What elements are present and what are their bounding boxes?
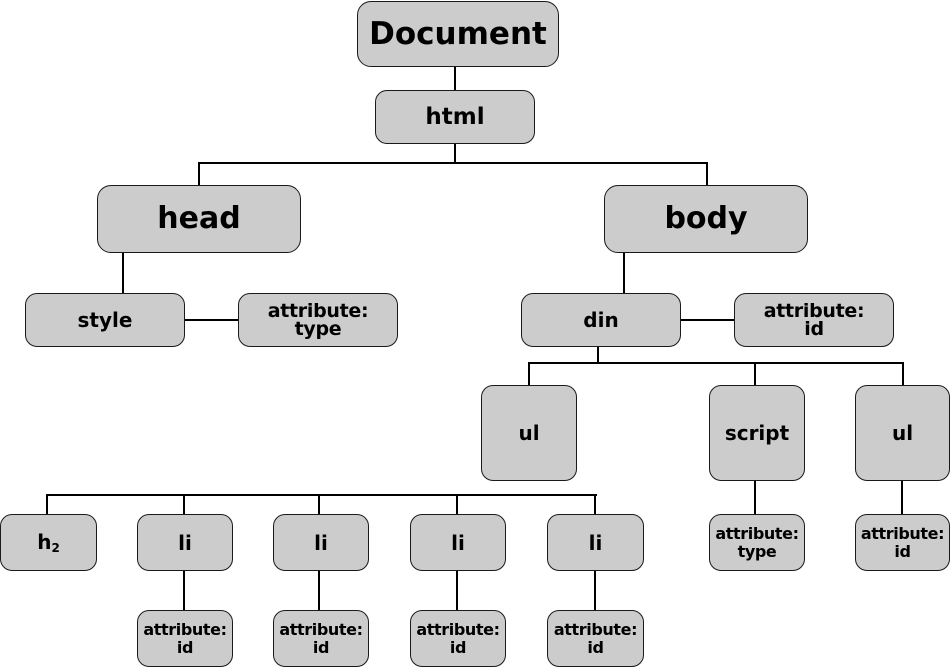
connector-ul-li4: [594, 494, 596, 514]
node-label: ul: [891, 421, 914, 445]
node-label: attribute: id: [860, 523, 945, 561]
node-label: li: [451, 530, 465, 555]
node-label: ul: [518, 421, 540, 445]
connector-script-attr: [754, 480, 756, 514]
connector-body-din: [623, 252, 625, 293]
node-label: attribute: id: [143, 619, 227, 657]
node-ul-2: ul: [855, 385, 950, 481]
node-label: style: [77, 308, 133, 332]
node-label: attribute: id: [416, 619, 500, 657]
node-label: attribute: id: [279, 619, 363, 657]
connector-li2-attr: [318, 570, 320, 610]
connector-li4-attr: [594, 570, 596, 610]
h2-subscript: 2: [51, 540, 60, 555]
connector-document-html: [454, 66, 456, 90]
connector-ul-li2: [318, 494, 320, 514]
connector-html-head: [198, 162, 200, 185]
node-li-attribute-id: attribute: id: [410, 610, 506, 667]
connector-html-body: [706, 162, 708, 185]
node-script: script: [709, 385, 805, 481]
connector-html-stem: [454, 143, 456, 164]
node-label: attribute: id: [553, 619, 638, 657]
node-label: body: [664, 201, 748, 236]
connector-head-style: [122, 252, 124, 293]
node-din: din: [521, 293, 681, 347]
node-label: html: [425, 103, 485, 130]
connector-din-script: [754, 362, 756, 385]
node-label: h2: [37, 532, 60, 554]
node-ul: ul: [481, 385, 577, 481]
node-style: style: [25, 293, 185, 347]
node-li-attribute-id: attribute: id: [547, 610, 644, 667]
node-document: Document: [357, 1, 559, 67]
connector-ul-li1: [183, 494, 185, 514]
connector-din-bar: [528, 362, 904, 364]
connector-ul-bar: [46, 494, 597, 496]
node-label: Document: [369, 15, 547, 52]
node-ul-attribute-id: attribute: id: [855, 514, 950, 571]
node-li: li: [273, 514, 369, 571]
connector-ul-li3: [456, 494, 458, 514]
connector-ul-h2: [46, 494, 48, 514]
connector-li1-attr: [183, 570, 185, 610]
node-li-attribute-id: attribute: id: [137, 610, 233, 667]
node-label: attribute: id: [763, 299, 865, 340]
node-head: head: [97, 185, 301, 253]
node-li: li: [547, 514, 644, 571]
node-li-attribute-id: attribute: id: [273, 610, 369, 667]
connector-din-ul2: [902, 362, 904, 385]
connector-din-ul1: [528, 362, 530, 385]
node-html: html: [375, 90, 535, 144]
connector-li3-attr: [456, 570, 458, 610]
node-label: li: [178, 530, 192, 555]
node-label: script: [724, 421, 790, 445]
node-h2: h2: [0, 514, 97, 571]
node-li: li: [137, 514, 233, 571]
node-label: din: [583, 308, 619, 332]
node-li: li: [410, 514, 506, 571]
node-din-attribute-id: attribute: id: [734, 293, 894, 347]
connector-style-attr: [184, 319, 238, 321]
node-label: head: [157, 201, 241, 236]
node-label: attribute: type: [715, 523, 799, 561]
connector-din-attr: [680, 319, 734, 321]
node-label: li: [588, 530, 603, 555]
node-script-attribute-type: attribute: type: [709, 514, 805, 571]
connector-ul2-attr: [901, 480, 903, 514]
dom-tree-diagram: Document html head body style attribute:…: [0, 0, 950, 667]
node-style-attribute-type: attribute: type: [238, 293, 398, 347]
connector-html-bar: [198, 162, 708, 164]
node-body: body: [604, 185, 808, 253]
h2-text: h: [37, 529, 52, 554]
node-label: attribute: type: [267, 299, 369, 340]
node-label: li: [314, 530, 328, 555]
